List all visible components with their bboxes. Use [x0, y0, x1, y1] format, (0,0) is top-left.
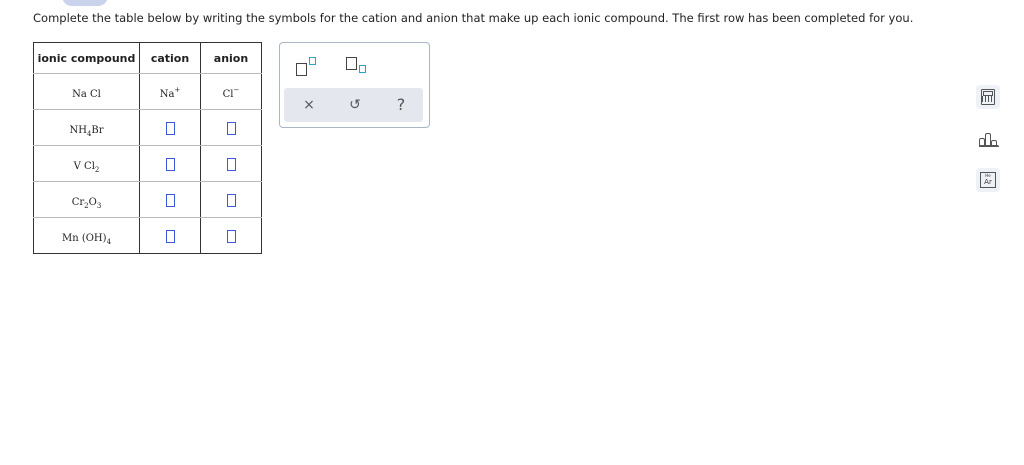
- table-row: Cr2O3: [33, 181, 262, 218]
- compound-cell: NH4Br: [33, 109, 140, 146]
- calculator-icon: [981, 89, 995, 105]
- anion-cell: [200, 109, 262, 146]
- clear-button[interactable]: ×: [298, 95, 320, 115]
- subscript-template-button[interactable]: [346, 57, 368, 77]
- bar-chart-icon: [979, 131, 999, 147]
- compound-cell: Na Cl: [33, 73, 140, 110]
- anion-cell: Cl−: [200, 73, 262, 110]
- superscript-template-button[interactable]: [296, 57, 318, 77]
- compound-formula: Mn (OH)4: [61, 232, 112, 246]
- formula-palette: × ↺ ?: [279, 42, 430, 128]
- ionic-compound-table: ionic compound cation anion Na Cl Na+ Cl…: [33, 42, 262, 254]
- periodic-table-icon: He Ar: [980, 172, 996, 188]
- cation-cell: [139, 217, 201, 254]
- anion-answer-input[interactable]: [226, 194, 236, 207]
- cation-formula: Na+: [159, 86, 181, 100]
- cation-cell: Na+: [139, 73, 201, 110]
- header-cation: cation: [139, 42, 201, 74]
- anion-answer-input[interactable]: [226, 230, 236, 243]
- compound-formula: NH4Br: [69, 124, 104, 138]
- anion-answer-input[interactable]: [226, 158, 236, 171]
- table-row: NH4Br: [33, 109, 262, 146]
- anion-cell: [200, 181, 262, 218]
- cation-answer-input[interactable]: [165, 122, 175, 135]
- table-row: V Cl2: [33, 145, 262, 182]
- compound-cell: Mn (OH)4: [33, 217, 140, 254]
- template-base-box-icon: [346, 57, 357, 70]
- compound-formula: V Cl2: [73, 160, 100, 174]
- anion-cell: [200, 145, 262, 182]
- anion-answer-input[interactable]: [226, 122, 236, 135]
- compound-formula: Cr2O3: [71, 196, 102, 210]
- compound-formula: Na Cl: [72, 89, 101, 100]
- template-superscript-box-icon: [309, 57, 316, 65]
- cation-answer-input[interactable]: [165, 230, 175, 243]
- calculator-button[interactable]: [976, 85, 1000, 109]
- compound-cell: V Cl2: [33, 145, 140, 182]
- data-chart-button[interactable]: [976, 127, 1000, 151]
- cation-cell: [139, 109, 201, 146]
- template-subscript-box-icon: [359, 65, 366, 73]
- periodic-table-button[interactable]: He Ar: [976, 168, 1000, 192]
- cation-cell: [139, 181, 201, 218]
- template-base-box-icon: [296, 63, 307, 76]
- cation-answer-input[interactable]: [165, 158, 175, 171]
- table-row: Na Cl Na+ Cl−: [33, 73, 262, 110]
- header-ionic-compound: ionic compound: [33, 42, 140, 74]
- instructions-text: Complete the table below by writing the …: [33, 11, 914, 25]
- undo-button[interactable]: ↺: [344, 95, 366, 115]
- compound-cell: Cr2O3: [33, 181, 140, 218]
- palette-action-bar: × ↺ ?: [284, 88, 423, 122]
- anion-cell: [200, 217, 262, 254]
- cation-cell: [139, 145, 201, 182]
- anion-formula: Cl−: [222, 86, 240, 100]
- help-button[interactable]: ?: [390, 95, 412, 115]
- table-row: Mn (OH)4: [33, 217, 262, 254]
- collapse-tab[interactable]: [62, 0, 108, 6]
- header-anion: anion: [200, 42, 262, 74]
- cation-answer-input[interactable]: [165, 194, 175, 207]
